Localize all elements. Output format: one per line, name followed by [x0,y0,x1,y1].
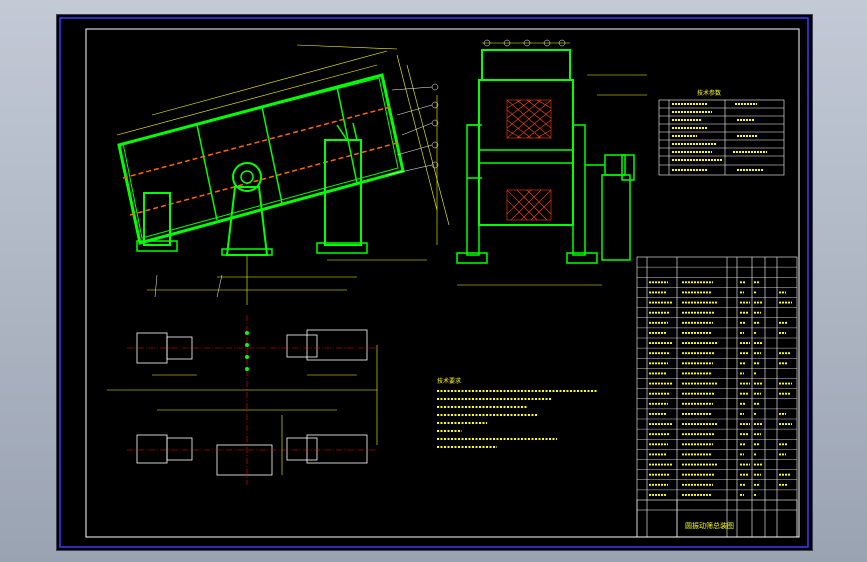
title-block [636,499,798,538]
drawing-viewport[interactable]: 技术要求 技术参数 圆振动筛总装图 [56,14,813,551]
parts-list: 圆振动筛总装图 [636,256,798,538]
side-view [117,73,405,256]
foundation-plan [136,329,368,476]
drawing-title: 圆振动筛总装图 [685,521,734,530]
notes-heading: 技术要求 [437,377,461,385]
parameter-table: 技术参数 [658,89,785,176]
foundation-centerlines [127,315,377,485]
technical-notes: 技术要求 [437,377,597,448]
end-view-mesh [506,99,552,221]
parameter-table-header: 技术参数 [697,89,721,97]
side-view-dimensions [116,44,450,305]
end-view [456,49,635,264]
foundation-dimensions [107,345,378,475]
balloon-callouts [431,39,566,169]
cad-drawing-sheet: 技术要求 技术参数 圆振动筛总装图 [59,17,809,548]
